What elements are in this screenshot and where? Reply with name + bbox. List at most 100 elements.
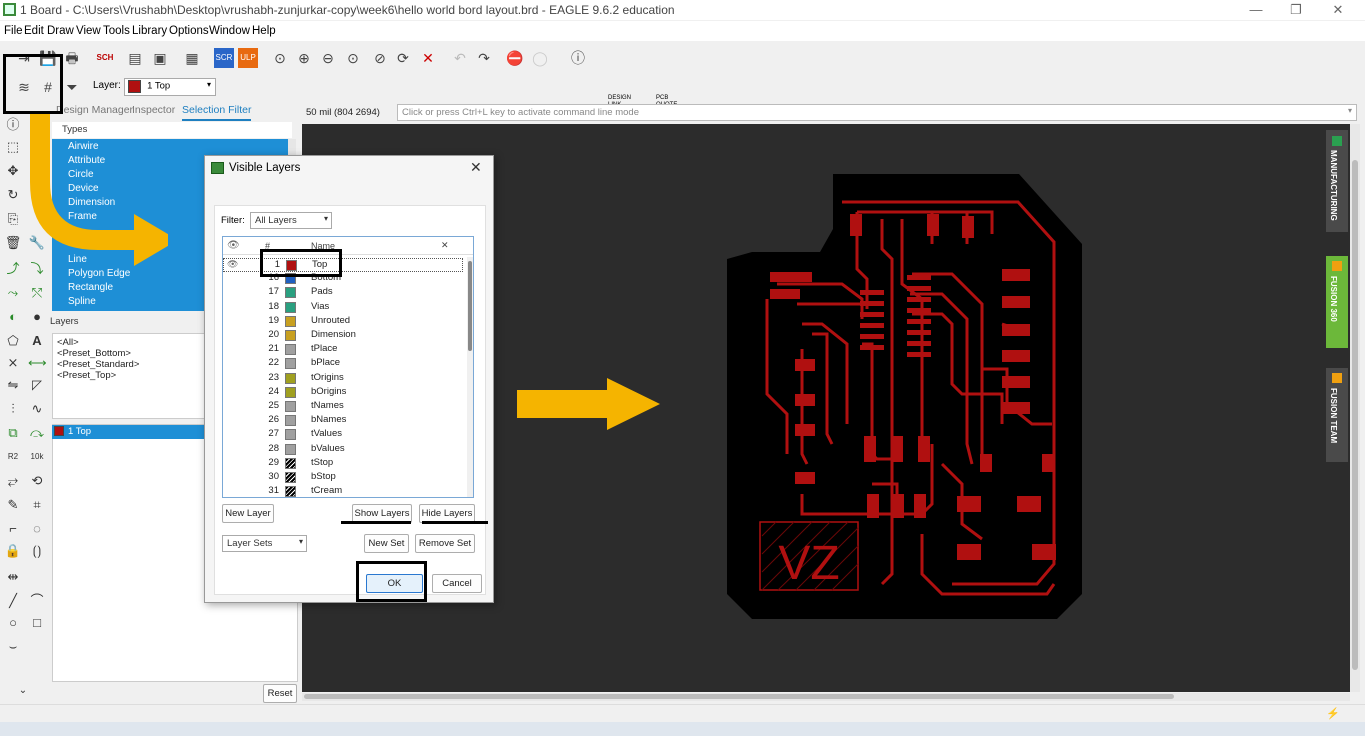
layer-color-swatch[interactable] bbox=[285, 315, 296, 327]
change-icon[interactable]: ⟲ bbox=[28, 472, 46, 490]
layer-color-swatch[interactable] bbox=[285, 415, 296, 427]
layer-row[interactable]: 30 bStop bbox=[223, 471, 463, 485]
remove-set-button[interactable]: Remove Set bbox=[415, 534, 475, 553]
menu-file[interactable]: File bbox=[4, 25, 23, 37]
layer-row[interactable]: 21 tPlace bbox=[223, 343, 463, 357]
rectangle-icon[interactable]: □ bbox=[28, 614, 46, 632]
name-icon[interactable]: R2 bbox=[4, 448, 22, 466]
layer-color-swatch[interactable] bbox=[285, 457, 296, 469]
dimension-icon[interactable]: ⟷ bbox=[28, 354, 47, 372]
show-icon[interactable]: ⬚ bbox=[4, 138, 22, 156]
tab-selection-filter[interactable]: Selection Filter bbox=[182, 104, 252, 121]
preset-item[interactable]: <Preset_Standard> bbox=[57, 359, 139, 370]
zoom-in-icon[interactable]: ⊕ bbox=[294, 48, 314, 68]
line-icon[interactable]: ╱ bbox=[4, 592, 22, 610]
layer-select[interactable]: 1 Top ▾ bbox=[124, 78, 216, 96]
layer-color-swatch[interactable] bbox=[285, 386, 296, 398]
layer-row[interactable]: 28 bValues bbox=[223, 443, 463, 457]
via-icon[interactable]: ◐ bbox=[4, 308, 22, 326]
lock-icon[interactable]: 🔒 bbox=[4, 542, 22, 560]
hole-icon[interactable]: ● bbox=[28, 308, 46, 326]
layer-color-swatch[interactable] bbox=[285, 358, 296, 370]
schematic-icon[interactable]: SCH bbox=[95, 48, 115, 68]
filter-select[interactable]: All Layers ▾ bbox=[250, 212, 332, 229]
undo-icon[interactable]: ↶ bbox=[450, 48, 470, 68]
arc-icon[interactable]: ⌒ bbox=[28, 592, 46, 610]
cam-icon[interactable]: ▤ bbox=[125, 48, 145, 68]
fusion-team-tab[interactable]: FUSION TEAM bbox=[1326, 368, 1348, 462]
vertical-scrollbar[interactable] bbox=[1350, 124, 1360, 692]
delete-icon[interactable]: 🗑 bbox=[4, 234, 22, 252]
layer-sets-select[interactable]: Layer Sets ▾ bbox=[222, 535, 307, 552]
reset-button[interactable]: Reset bbox=[263, 684, 297, 703]
layer-row[interactable]: 17 Pads bbox=[223, 286, 463, 300]
layer-row[interactable]: 18 Vias bbox=[223, 301, 463, 315]
layer-row[interactable]: 22 bPlace bbox=[223, 357, 463, 371]
menu-window[interactable]: Window bbox=[209, 25, 250, 37]
layer-color-swatch[interactable] bbox=[285, 287, 296, 299]
layer-row[interactable]: 26 bNames bbox=[223, 414, 463, 428]
value-icon[interactable]: 10k bbox=[28, 448, 46, 466]
rotate-icon[interactable]: ↻ bbox=[4, 186, 22, 204]
menu-tools[interactable]: Tools bbox=[103, 25, 130, 37]
minimize-icon[interactable]: — bbox=[1248, 2, 1264, 18]
layer-row[interactable]: 20 Dimension bbox=[223, 329, 463, 343]
cancel-button[interactable]: Cancel bbox=[432, 574, 482, 593]
go-icon[interactable]: ◯ bbox=[530, 48, 550, 68]
copy-icon[interactable]: ⎘ bbox=[4, 210, 22, 228]
layer-color-swatch[interactable] bbox=[285, 372, 296, 384]
zoom-select-icon[interactable]: ⊙ bbox=[343, 48, 363, 68]
layer-color-swatch[interactable] bbox=[285, 429, 296, 441]
menu-library[interactable]: Library bbox=[132, 25, 167, 37]
layer-row[interactable]: 29 tStop bbox=[223, 457, 463, 471]
preset-item[interactable]: <All> bbox=[57, 337, 79, 348]
add-part-icon[interactable]: ⧉ bbox=[4, 424, 22, 442]
ratsnest-icon[interactable]: ✕ bbox=[418, 48, 438, 68]
align-icon[interactable]: ⫶ bbox=[4, 400, 22, 418]
redo-icon[interactable]: ↷ bbox=[474, 48, 494, 68]
menu-options[interactable]: Options bbox=[169, 25, 209, 37]
miter-icon[interactable]: ◸ bbox=[28, 376, 46, 394]
route-icon[interactable]: ⤴ bbox=[4, 260, 22, 278]
polygon-icon[interactable]: ⬠ bbox=[4, 332, 22, 350]
layer-color-swatch[interactable] bbox=[285, 301, 296, 313]
layer-row[interactable]: 31 tCream bbox=[223, 485, 463, 497]
fusion-360-tab[interactable]: FUSION 360 bbox=[1326, 256, 1348, 348]
filter-icon[interactable]: ⏷ bbox=[62, 77, 82, 97]
script-icon[interactable]: SCR bbox=[214, 48, 234, 68]
mark-icon[interactable]: ⨯ bbox=[4, 354, 22, 372]
zoom-previous-icon[interactable]: ⊘ bbox=[370, 48, 390, 68]
new-set-button[interactable]: New Set bbox=[364, 534, 409, 553]
menu-view[interactable]: View bbox=[76, 25, 101, 37]
stop-icon[interactable]: ⛔ bbox=[505, 48, 525, 68]
preset-item[interactable]: <Preset_Bottom> bbox=[57, 348, 131, 359]
layer-row[interactable]: 👁 1 Top bbox=[223, 258, 463, 272]
print-icon[interactable]: 🖶 bbox=[62, 48, 82, 68]
info-icon[interactable]: ⓘ bbox=[4, 116, 22, 134]
layer-row[interactable]: 27 tValues bbox=[223, 428, 463, 442]
menu-draw[interactable]: Draw bbox=[47, 25, 74, 37]
new-layer-button[interactable]: New Layer bbox=[222, 504, 274, 523]
expand-icon[interactable]: ⌄ bbox=[14, 682, 32, 700]
circle-dotted-icon[interactable]: ◌ bbox=[28, 520, 46, 538]
cam-processor-icon[interactable]: ▦ bbox=[182, 48, 202, 68]
ulp-icon[interactable]: ULP bbox=[238, 48, 258, 68]
clear-icon[interactable]: ✕ bbox=[441, 240, 449, 251]
layer-row[interactable]: 25 tNames bbox=[223, 400, 463, 414]
preset-item[interactable]: <Preset_Top> bbox=[57, 370, 116, 381]
help-icon[interactable]: ⓘ bbox=[568, 48, 588, 68]
text-icon[interactable]: A bbox=[28, 332, 46, 350]
type-item[interactable]: Spline bbox=[68, 296, 96, 307]
mirror-icon[interactable]: ⇋ bbox=[4, 376, 22, 394]
split-icon[interactable]: ⌐ bbox=[4, 520, 22, 538]
smash-icon[interactable]: ⥂ bbox=[4, 472, 22, 490]
zoom-out-icon[interactable]: ⊖ bbox=[318, 48, 338, 68]
manufacturing-tab[interactable]: MANUFACTURING bbox=[1326, 130, 1348, 232]
layer-color-swatch[interactable] bbox=[285, 486, 296, 497]
zoom-fit-icon[interactable]: ⊙ bbox=[270, 48, 290, 68]
spline-icon[interactable]: ⌣ bbox=[4, 638, 22, 656]
move-icon[interactable]: ✥ bbox=[4, 162, 22, 180]
circle-icon[interactable]: ○ bbox=[4, 614, 22, 632]
type-item[interactable]: Rectangle bbox=[68, 282, 113, 293]
split-line-icon[interactable]: ⇹ bbox=[4, 568, 22, 586]
